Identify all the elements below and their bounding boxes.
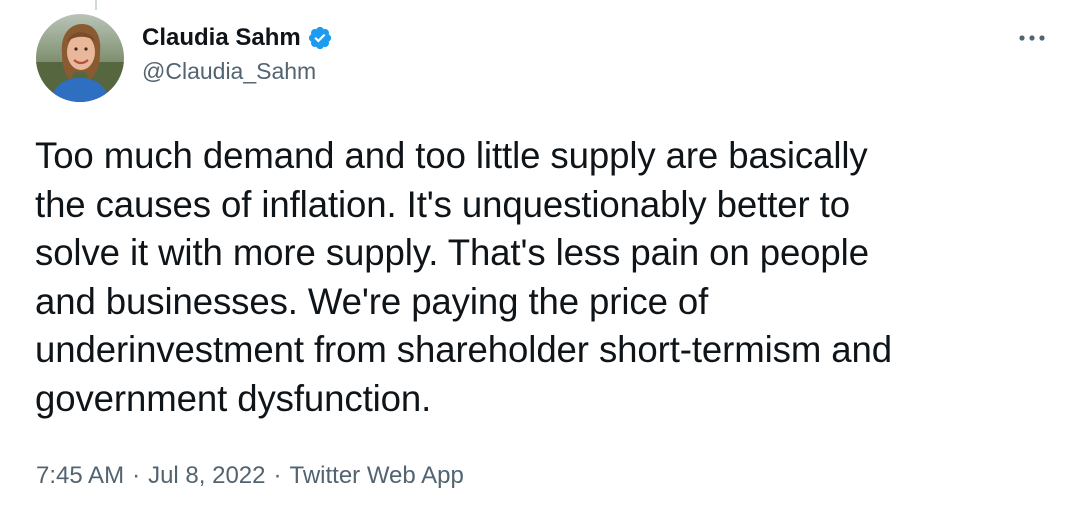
tweet-text: Too much demand and too little supply ar… [35, 135, 892, 419]
avatar[interactable] [36, 14, 124, 102]
verified-badge-icon [307, 25, 333, 51]
more-options-icon [1019, 35, 1045, 41]
tweet-source-link[interactable]: Twitter Web App [289, 462, 463, 490]
tweet-timestamp-time[interactable]: 7:45 AM [36, 462, 124, 490]
more-options-button[interactable] [1014, 26, 1050, 50]
profile-photo-icon [36, 14, 124, 102]
tweet-header: Claudia Sahm @Claudia_Sahm [36, 14, 333, 102]
display-name[interactable]: Claudia Sahm [142, 24, 301, 52]
meta-separator: · [273, 462, 282, 489]
thread-connector-line [95, 0, 97, 10]
tweet-metadata: 7:45 AM · Jul 8, 2022 · Twitter Web App [36, 462, 464, 490]
author-names: Claudia Sahm @Claudia_Sahm [142, 20, 333, 85]
tweet-card: Claudia Sahm @Claudia_Sahm Too much dema… [0, 0, 1074, 508]
tweet-timestamp-date[interactable]: Jul 8, 2022 [148, 462, 265, 490]
display-name-row: Claudia Sahm [142, 20, 333, 56]
author-handle[interactable]: @Claudia_Sahm [142, 58, 333, 85]
meta-separator: · [132, 462, 141, 489]
